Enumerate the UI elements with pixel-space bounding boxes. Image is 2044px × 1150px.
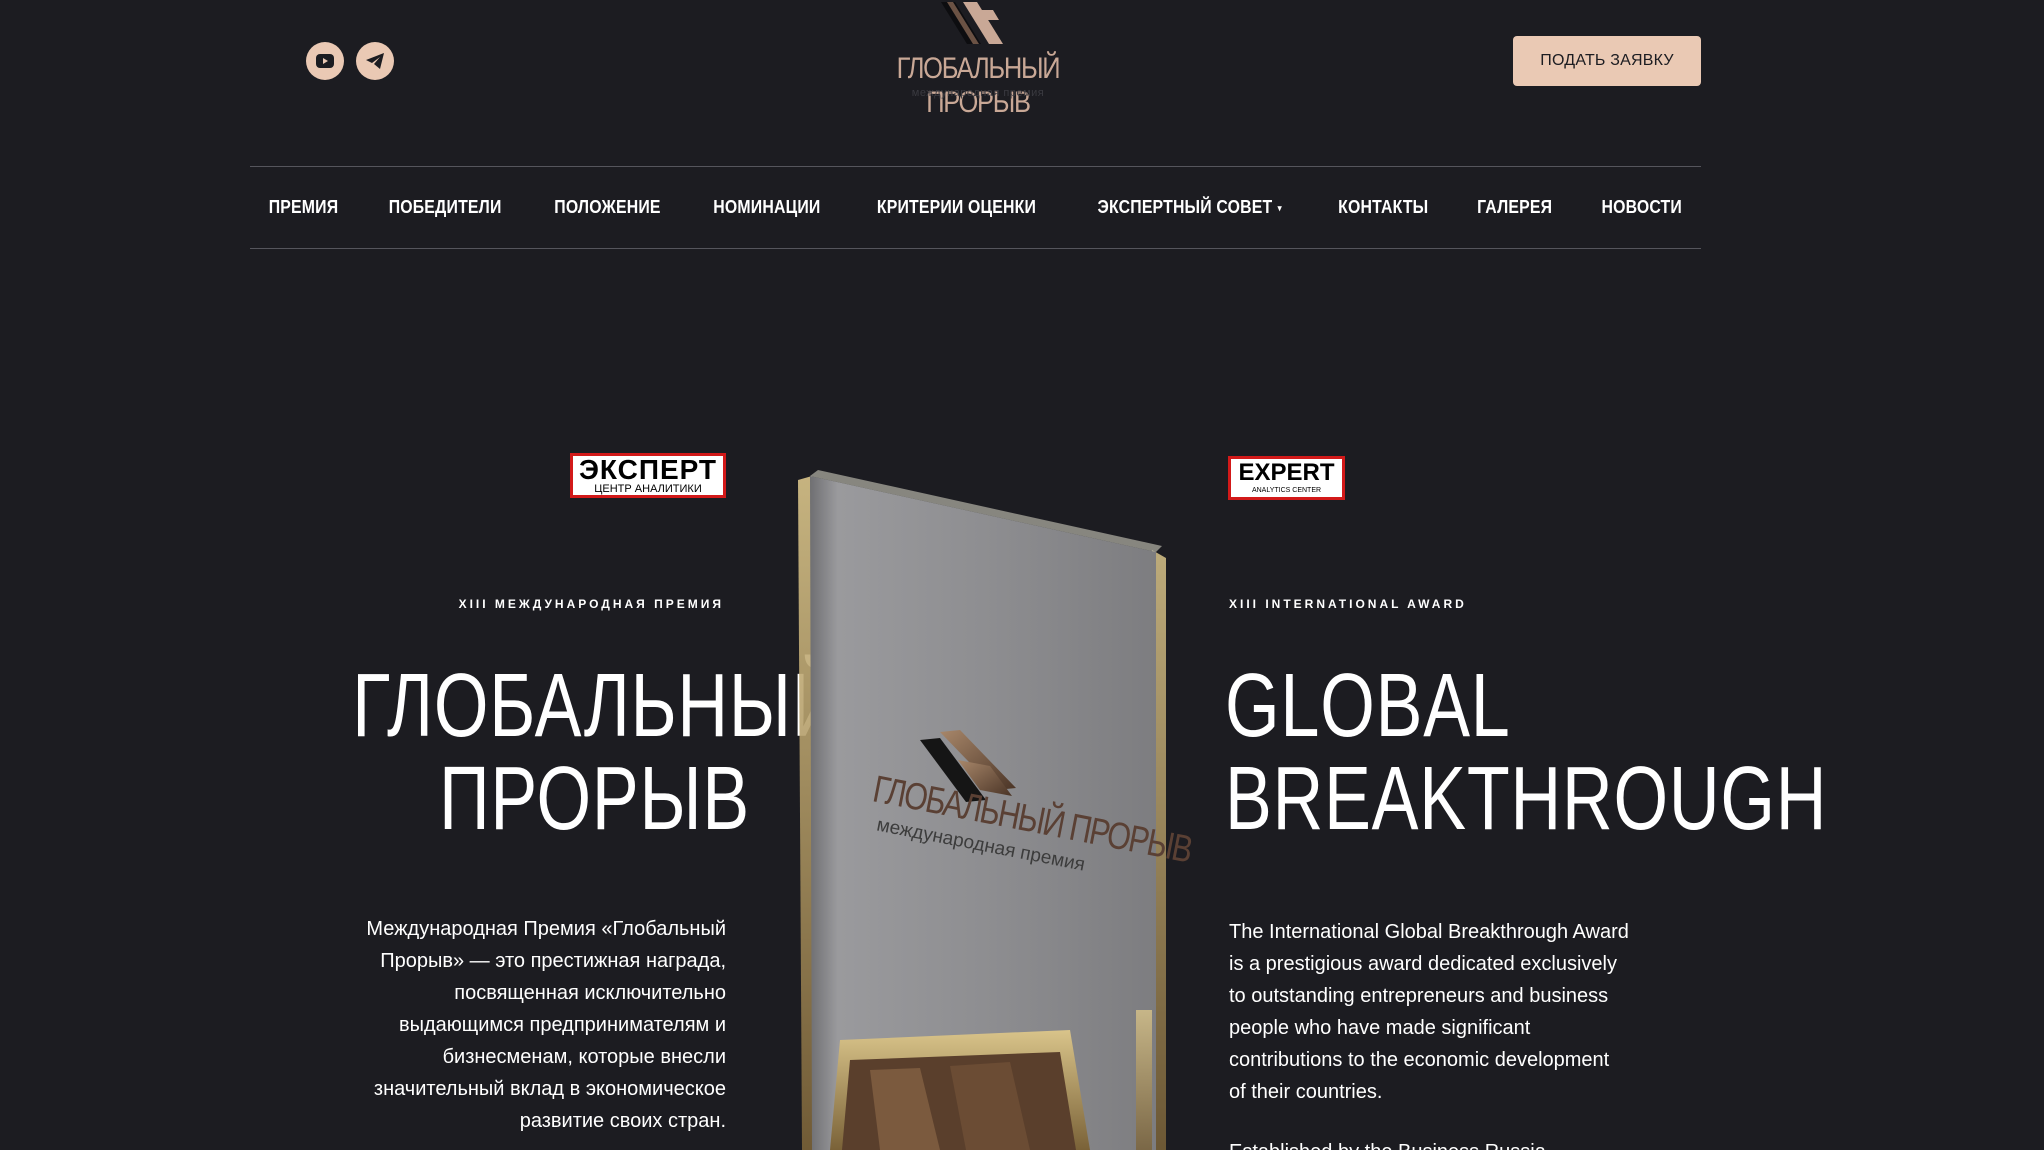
description-ru: Международная Премия «Глобальный Прорыв»… [366, 918, 726, 1132]
expert-badge-ru-main: ЭКСПЕРТ [578, 454, 718, 485]
telegram-icon [366, 53, 384, 69]
nav-item-regulations[interactable]: ПОЛОЖЕНИЕ [554, 197, 660, 218]
telegram-link[interactable] [356, 42, 394, 80]
kicker-en: XIII INTERNATIONAL AWARD [1229, 597, 1467, 611]
nav-item-news[interactable]: НОВОСТИ [1601, 197, 1681, 218]
chevron-down-icon: ▾ [1277, 202, 1282, 213]
youtube-icon [316, 54, 334, 68]
main-nav: ПРЕМИЯ ПОБЕДИТЕЛИ ПОЛОЖЕНИЕ НОМИНАЦИИ КР… [250, 166, 1701, 249]
page: ГЛОБАЛЬНЫЙ ПРОРЫВ международная премия П… [0, 0, 2044, 1150]
nav-item-gallery[interactable]: ГАЛЕРЕЯ [1478, 197, 1553, 218]
hero-title-en: GLOBAL BREAKTHROUGH [1225, 656, 1828, 849]
hero-title-en-line2: BREAKTHROUGH [1225, 749, 1828, 849]
expert-badge-en[interactable]: EXPERT ANALYTICS CENTER [1228, 456, 1345, 500]
hero-title-en-line1: GLOBAL [1225, 656, 1511, 756]
logo-subtitle: международная премия [911, 87, 1045, 99]
kicker-ru: XIII МЕЖДУНАРОДНАЯ ПРЕМИЯ [458, 597, 724, 611]
hero-title-ru: ГЛОБАЛЬНЫЙ ПРОРЫВ [352, 656, 844, 849]
expert-badge-ru-sub: ЦЕНТР АНАЛИТИКИ [594, 483, 702, 495]
nav-item-winners[interactable]: ПОБЕДИТЕЛИ [389, 197, 502, 218]
nav-item-nominations[interactable]: НОМИНАЦИИ [713, 197, 820, 218]
youtube-link[interactable] [306, 42, 344, 80]
nav-item-contacts[interactable]: КОНТАКТЫ [1338, 197, 1428, 218]
logo-title: ГЛОБАЛЬНЫЙ ПРОРЫВ [896, 52, 1061, 119]
nav-item-expert-council[interactable]: ЭКСПЕРТНЫЙ СОВЕТ ▾ [1097, 197, 1281, 218]
expert-badge-en-main: EXPERT [1238, 459, 1335, 486]
site-logo[interactable]: ГЛОБАЛЬНЫЙ ПРОРЫВ международная премия [878, 0, 1078, 119]
nav-item-criteria[interactable]: КРИТЕРИИ ОЦЕНКИ [877, 197, 1036, 218]
hero-title-ru-line1: ГЛОБАЛЬНЫЙ [352, 656, 844, 756]
nav-item-expert-council-label: ЭКСПЕРТНЫЙ СОВЕТ [1097, 197, 1272, 217]
description-en: The International Global Breakthrough Aw… [1229, 921, 1629, 1103]
logo-mark-icon [941, 2, 1003, 44]
social-links [306, 42, 394, 80]
description-en-2: Established by the Business Russia [1229, 1136, 1629, 1150]
nav-item-award[interactable]: ПРЕМИЯ [269, 197, 339, 218]
expert-badge-ru[interactable]: ЭКСПЕРТ ЦЕНТР АНАЛИТИКИ [570, 453, 726, 498]
apply-button[interactable]: ПОДАТЬ ЗАЯВКУ [1513, 36, 1701, 86]
expert-badge-en-sub: ANALYTICS CENTER [1251, 487, 1322, 494]
hero-title-ru-line2: ПРОРЫВ [439, 749, 750, 849]
